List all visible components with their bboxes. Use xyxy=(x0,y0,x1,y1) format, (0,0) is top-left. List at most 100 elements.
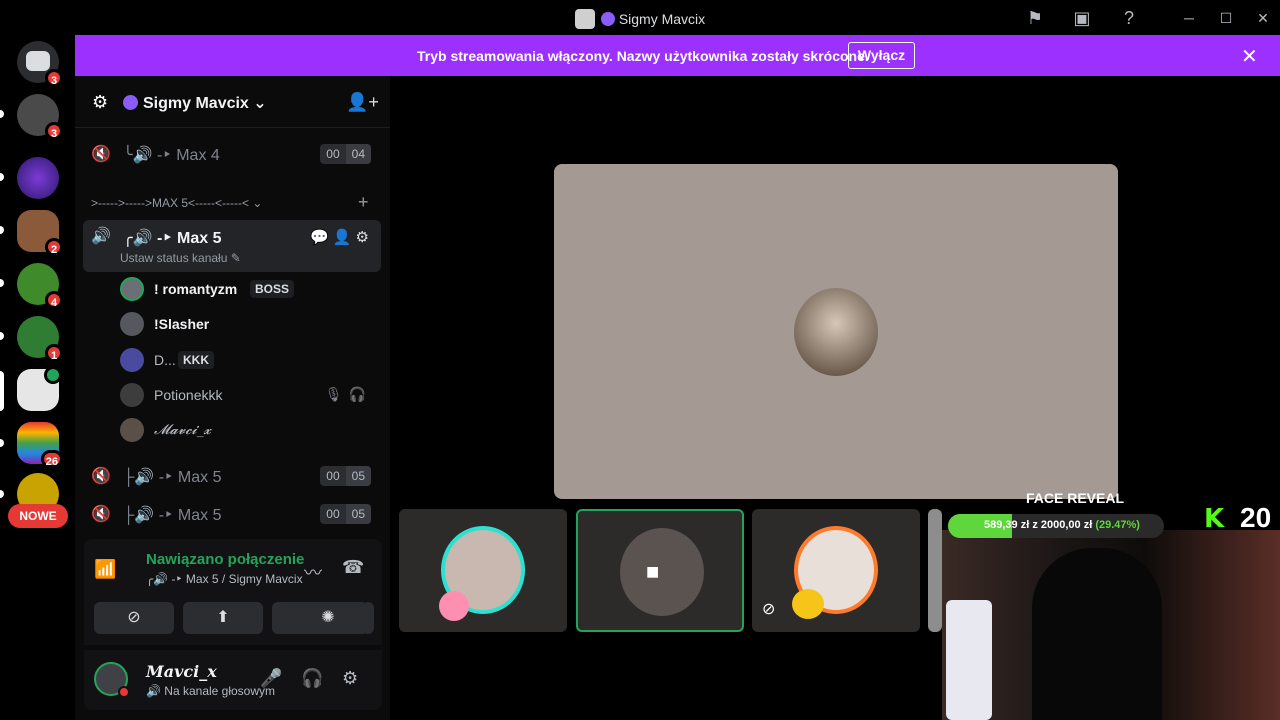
channel-actions: 💬👤⚙ xyxy=(310,228,373,246)
new-messages-pill[interactable]: NOWE xyxy=(8,504,68,528)
invite-icon[interactable]: 👤+ xyxy=(346,92,379,113)
user-name: Potionekkk xyxy=(154,387,223,403)
channel-category[interactable]: >----->----->MAX 5<-----<-----< ⌄ xyxy=(91,196,262,210)
noise-suppression-icon[interactable]: 〰 xyxy=(304,559,322,585)
user-status: 🔊 Na kanale głosowym xyxy=(146,684,276,698)
notification-badge: 3 xyxy=(45,122,63,140)
inbox-icon[interactable]: ▣ xyxy=(1071,7,1093,29)
server-settings-icon[interactable]: ⚙ xyxy=(92,92,108,113)
participant-tile-selected[interactable]: ■ xyxy=(576,509,744,632)
notification-badge: 1 xyxy=(45,344,63,362)
gear-icon[interactable]: ⚙ xyxy=(342,668,358,689)
voice-channel-icon: 🔇 xyxy=(91,146,111,163)
user-panel: Mavci_x 🔊 Na kanale głosowym 🎤 🎧 ⚙ xyxy=(84,650,382,710)
voice-user[interactable]: ! romantyzm BOSS xyxy=(120,275,378,305)
avatar xyxy=(120,348,144,372)
participant-tile[interactable]: ⊘ xyxy=(752,509,920,632)
chat-icon[interactable]: 💬 xyxy=(310,229,333,246)
server-name[interactable]: Sigmy Mavcix ⌄ xyxy=(123,93,267,113)
notification-badge: 26 xyxy=(40,450,63,468)
voice-user[interactable]: D... KKK xyxy=(120,346,378,376)
donut-decoration-icon xyxy=(439,591,469,621)
voice-channel-icon: 🔇 xyxy=(91,468,111,485)
deafened-icon: 🎧 xyxy=(348,386,372,402)
close-window-button[interactable]: ✕ xyxy=(1253,8,1273,28)
server-icon[interactable]: 4 xyxy=(17,263,63,309)
voice-channel[interactable]: 🔇 ├🔊 -‣ Max 5 00 05 xyxy=(83,459,381,493)
server-icon[interactable]: 26 xyxy=(17,422,63,468)
server-icon[interactable]: 2 xyxy=(17,210,63,256)
voice-channel[interactable]: 🔇 ├🔊 -‣ Max 5 00 05 xyxy=(83,497,381,531)
voice-channel[interactable]: 🔇 ╰🔊 -‣ Max 4 00 04 xyxy=(83,137,381,171)
channel-status[interactable]: Ustaw status kanału ✎ xyxy=(120,251,241,265)
connection-status[interactable]: Nawiązano połączenie xyxy=(146,551,304,568)
discord-logo-icon xyxy=(26,51,50,71)
disconnect-icon[interactable]: ☎ xyxy=(342,557,364,578)
headphones-icon[interactable]: 🎧 xyxy=(301,668,323,689)
help-icon[interactable]: ? xyxy=(1118,7,1140,29)
discord-home-button[interactable]: 3 xyxy=(17,41,63,87)
status-indicator xyxy=(118,686,130,698)
notification-badge: 2 xyxy=(45,238,63,256)
user-name: 𝓜𝓪𝓿𝓬𝓲_𝔁 xyxy=(154,422,212,438)
screen-share-icon: ⬆ xyxy=(216,609,230,626)
unread-indicator xyxy=(0,439,4,447)
video-hidden-icon[interactable]: ⊘ xyxy=(762,599,775,619)
bottle-prop xyxy=(946,600,992,720)
user-name: D... xyxy=(154,352,176,368)
title-bar: Sigmy Mavcix ⚑ ▣ ? ─ ☐ ✕ xyxy=(0,0,1280,35)
voice-user[interactable]: 𝓜𝓪𝓿𝓬𝓲_𝔁 xyxy=(120,416,378,446)
viewer-count: 20 xyxy=(1240,502,1272,533)
camera-off-button[interactable]: ⊘ xyxy=(94,602,174,634)
soundboard-button[interactable]: ✺ xyxy=(288,602,368,634)
camera-off-icon: ⊘ xyxy=(127,609,141,626)
pencil-icon: ✎ xyxy=(230,251,241,265)
gear-icon[interactable]: ⚙ xyxy=(356,229,373,246)
flag-icon[interactable]: ⚑ xyxy=(1024,7,1046,29)
user-name[interactable]: Mavci_x xyxy=(146,662,217,681)
avatar xyxy=(120,383,144,407)
server-rail: 3 3 2 4 1 26 NOWE xyxy=(0,35,75,720)
connected-channel[interactable]: ╭🔊 -‣ Max 5 / Sigmy Mavcix xyxy=(146,572,303,586)
microphone-icon[interactable]: 🎤 xyxy=(260,668,282,689)
mic-muted-icon: 🎙 xyxy=(324,386,349,402)
video-camera-icon: ■ xyxy=(646,559,660,584)
chevron-down-icon: ⌄ xyxy=(253,95,267,112)
disable-streamer-mode-button[interactable]: Wyłącz xyxy=(848,42,915,69)
active-voice-channel[interactable]: 🔊 ╭🔊 -‣ Max 5 Ustaw status kanału ✎ 💬👤⚙ xyxy=(83,220,381,272)
selected-indicator xyxy=(0,371,4,411)
voice-user[interactable]: !Slasher xyxy=(120,310,378,340)
minimize-button[interactable]: ─ xyxy=(1179,8,1199,28)
server-avatar-icon xyxy=(574,9,595,29)
close-icon[interactable]: ✕ xyxy=(1241,44,1258,69)
server-icon[interactable]: 1 xyxy=(17,316,63,362)
maximize-button[interactable]: ☐ xyxy=(1216,8,1236,28)
notification-badge: 4 xyxy=(45,291,63,309)
voice-active-icon xyxy=(44,366,62,384)
add-channel-icon[interactable]: + xyxy=(358,192,369,213)
user-limit-badge: 00 05 xyxy=(320,504,371,524)
server-icon-zakon[interactable] xyxy=(17,157,59,199)
webcam-overlay xyxy=(942,530,1280,720)
signal-icon[interactable]: 📶 xyxy=(94,559,116,580)
voice-channel-icon: 🔇 xyxy=(91,506,111,523)
participant-tile[interactable] xyxy=(928,509,942,632)
unread-indicator xyxy=(0,226,4,234)
streamer-figure xyxy=(1032,548,1162,720)
invite-icon[interactable]: 👤 xyxy=(333,229,356,246)
avatar xyxy=(120,277,144,301)
focused-participant[interactable] xyxy=(554,164,1118,499)
voice-user[interactable]: Potionekkk 🎙🎧 xyxy=(120,381,378,411)
unread-indicator xyxy=(0,332,4,340)
server-icon-current[interactable] xyxy=(17,366,62,411)
user-name: !Slasher xyxy=(154,316,210,332)
screen-share-button[interactable]: ⬆ xyxy=(183,602,263,634)
participant-tile[interactable] xyxy=(399,509,567,632)
duck-decoration-icon xyxy=(792,589,824,619)
unread-indicator xyxy=(0,173,4,181)
server-icon[interactable]: 3 xyxy=(17,94,63,140)
voice-channel-icon: 🔊 xyxy=(91,228,111,245)
server-header[interactable]: ⚙ Sigmy Mavcix ⌄ 👤+ xyxy=(75,76,390,128)
overlay-title: FACE REVEAL xyxy=(1026,490,1125,506)
participant-avatar xyxy=(794,288,878,376)
